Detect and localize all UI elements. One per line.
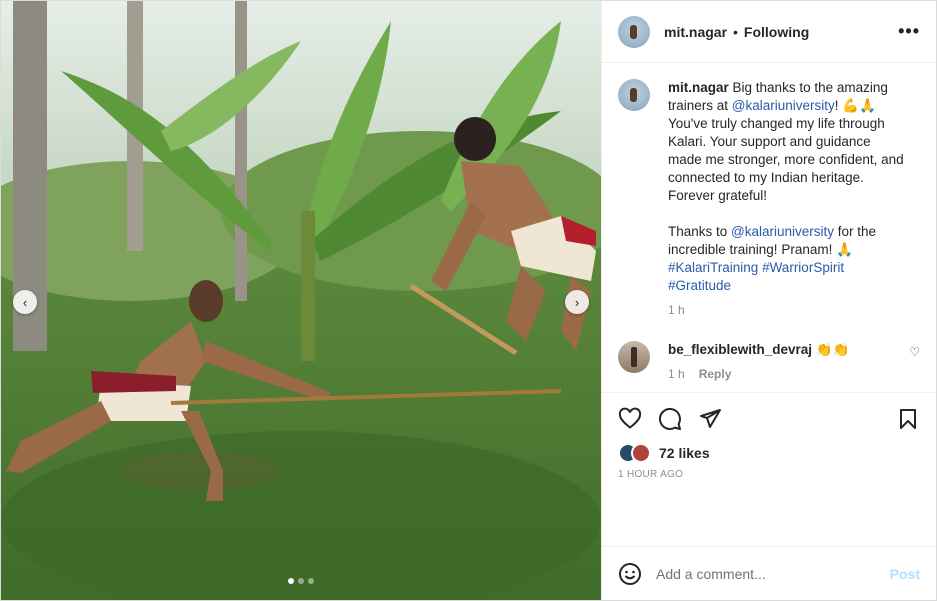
carousel-dots	[1, 578, 601, 584]
post-photo[interactable]: ‹ ›	[1, 1, 601, 600]
follow-status-button[interactable]: Following	[744, 24, 809, 40]
post-time: 1 HOUR AGO	[618, 469, 684, 480]
add-comment-bar: Post	[602, 546, 936, 600]
smiley-icon[interactable]	[618, 562, 642, 586]
carousel-dot	[298, 578, 304, 584]
mention-link[interactable]: @kalariuniversity	[732, 98, 835, 113]
commenter-username[interactable]: be_flexiblewith_devraj	[668, 342, 812, 357]
comments-section: mit.nagar Big thanks to the amazing trai…	[602, 63, 936, 392]
carousel-dot-active	[288, 578, 294, 584]
caption-username[interactable]: mit.nagar	[668, 80, 729, 95]
comment-body: 👏👏	[815, 342, 850, 357]
post-actions: 72 likes 1 HOUR AGO	[602, 392, 936, 546]
comment-row: be_flexiblewith_devraj 👏👏 1 h Reply ♡	[618, 341, 920, 381]
comment-meta: 1 h Reply	[668, 367, 888, 381]
kalari-training-photo	[1, 1, 601, 600]
separator-dot: •	[733, 23, 738, 40]
comment-text: be_flexiblewith_devraj 👏👏	[668, 341, 888, 359]
caption-avatar[interactable]	[618, 79, 650, 111]
comment-input[interactable]	[656, 565, 890, 582]
hashtag-link[interactable]: #KalariTraining	[668, 260, 758, 275]
bookmark-icon[interactable]	[896, 407, 920, 431]
hashtag-link[interactable]: #WarriorSpirit	[762, 260, 844, 275]
comment-icon[interactable]	[658, 407, 682, 431]
carousel-dot	[308, 578, 314, 584]
post-comment-button[interactable]: Post	[890, 566, 920, 582]
carousel-prev-button[interactable]: ‹	[13, 290, 37, 314]
chevron-right-icon: ›	[574, 294, 580, 310]
author-avatar[interactable]	[618, 15, 650, 48]
chevron-left-icon: ‹	[22, 294, 28, 310]
caption-time: 1 h	[668, 303, 685, 317]
likes-row: 72 likes	[618, 443, 920, 463]
caption-text-3: Thanks to	[668, 224, 728, 239]
carousel-next-button[interactable]: ›	[565, 290, 589, 314]
post-dialog: ‹ › mit.nagar • Following ••• mit.nagar	[0, 0, 937, 601]
send-icon[interactable]	[698, 407, 722, 431]
heart-icon[interactable]	[618, 407, 642, 431]
post-header: mit.nagar • Following •••	[602, 1, 936, 63]
more-horizontal-icon[interactable]: •••	[898, 21, 920, 42]
mention-link[interactable]: @kalariuniversity	[731, 224, 834, 239]
author-username[interactable]: mit.nagar	[664, 24, 727, 40]
action-icons	[618, 407, 920, 431]
post-sidebar: mit.nagar • Following ••• mit.nagar Big …	[601, 1, 936, 600]
reply-button[interactable]: Reply	[699, 367, 732, 381]
hashtag-link[interactable]: #Gratitude	[668, 278, 731, 293]
caption-row: mit.nagar Big thanks to the amazing trai…	[618, 79, 920, 317]
caption-text: mit.nagar Big thanks to the amazing trai…	[668, 79, 904, 295]
liker-avatar	[631, 443, 651, 463]
heart-icon[interactable]: ♡	[909, 345, 920, 359]
commenter-avatar[interactable]	[618, 341, 650, 373]
comment-time: 1 h	[668, 367, 685, 381]
likes-count[interactable]: 72 likes	[659, 445, 710, 461]
caption-text-2: ! 💪🙏 You've truly changed my life throug…	[668, 98, 904, 203]
